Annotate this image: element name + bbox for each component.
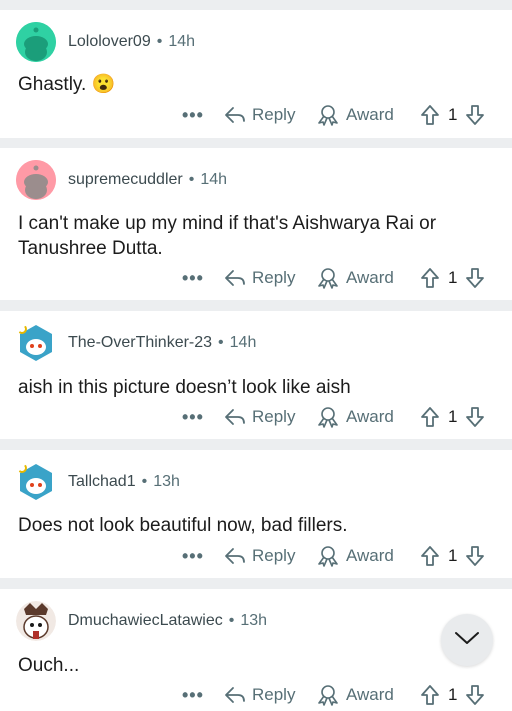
more-options-button[interactable]: ••• bbox=[182, 263, 204, 293]
award-label: Award bbox=[346, 685, 394, 704]
comment-actions: ••• Reply Award 1 bbox=[0, 100, 512, 130]
award-button[interactable]: Award bbox=[316, 100, 394, 130]
vote-count: 1 bbox=[448, 407, 458, 426]
vote-control: 1 bbox=[420, 541, 485, 571]
timestamp: 14h bbox=[168, 33, 196, 50]
comment-card: DmuchawiecLatawiec • 13h Ouch... ••• Reply… bbox=[0, 589, 512, 711]
upvote-icon[interactable] bbox=[420, 406, 440, 428]
reply-icon bbox=[224, 407, 246, 427]
reply-label: Reply bbox=[252, 407, 296, 426]
avatar[interactable] bbox=[16, 323, 56, 363]
reply-label: Reply bbox=[252, 268, 296, 287]
comment-actions: ••• Reply Award 1 bbox=[0, 680, 512, 710]
reply-label: Reply bbox=[252, 105, 296, 124]
comment-text: I can't make up my mind if that's Aishwa… bbox=[18, 213, 437, 259]
upvote-icon[interactable] bbox=[420, 104, 440, 126]
reply-label: Reply bbox=[252, 685, 296, 704]
comment-actions: ••• Reply Award 1 bbox=[0, 402, 512, 432]
downvote-icon[interactable] bbox=[465, 684, 485, 706]
username[interactable]: supremecuddler bbox=[68, 171, 183, 188]
upvote-icon[interactable] bbox=[420, 684, 440, 706]
reply-icon bbox=[224, 268, 246, 288]
comment-meta: supremecuddler • 14h bbox=[68, 171, 228, 188]
comment-actions: ••• Reply Award 1 bbox=[0, 263, 512, 293]
award-button[interactable]: Award bbox=[316, 263, 394, 293]
reply-icon bbox=[224, 685, 246, 705]
avatar[interactable] bbox=[16, 601, 56, 641]
award-button[interactable]: Award bbox=[316, 680, 394, 710]
reply-label: Reply bbox=[252, 546, 296, 565]
reply-button[interactable]: Reply bbox=[224, 263, 295, 293]
award-label: Award bbox=[346, 105, 394, 124]
vote-count: 1 bbox=[448, 105, 458, 124]
reply-button[interactable]: Reply bbox=[224, 680, 295, 710]
more-options-button[interactable]: ••• bbox=[182, 541, 204, 571]
scroll-down-button[interactable] bbox=[441, 614, 493, 666]
vote-control: 1 bbox=[420, 100, 485, 130]
comment-text: Ouch... bbox=[18, 655, 80, 676]
downvote-icon[interactable] bbox=[465, 406, 485, 428]
comment-text: Ghastly. 😮 bbox=[18, 74, 116, 95]
reply-button[interactable]: Reply bbox=[224, 541, 295, 571]
upvote-icon[interactable] bbox=[420, 267, 440, 289]
comment-meta: Tallchad1 • 13h bbox=[68, 473, 180, 490]
username[interactable]: DmuchawiecLatawiec bbox=[68, 612, 223, 629]
vote-count: 1 bbox=[448, 268, 458, 287]
more-options-button[interactable]: ••• bbox=[182, 100, 204, 130]
comment-card: The-OverThinker-23 • 14h aish in this pict… bbox=[0, 311, 512, 439]
comment-text: Does not look beautiful now, bad fillers… bbox=[18, 515, 348, 536]
downvote-icon[interactable] bbox=[465, 267, 485, 289]
username[interactable]: The-OverThinker-23 bbox=[68, 334, 212, 351]
award-icon bbox=[316, 406, 340, 428]
award-icon bbox=[316, 267, 340, 289]
award-button[interactable]: Award bbox=[316, 541, 394, 571]
more-options-button[interactable]: ••• bbox=[182, 402, 204, 432]
award-icon bbox=[316, 684, 340, 706]
reply-button[interactable]: Reply bbox=[224, 402, 295, 432]
comment-meta: DmuchawiecLatawiec • 13h bbox=[68, 612, 268, 629]
comment-card: Lololover09 • 14h Ghastly. 😮 ••• Reply Awa… bbox=[0, 10, 512, 138]
award-label: Award bbox=[346, 407, 394, 426]
timestamp: 13h bbox=[153, 473, 180, 490]
comment-actions: ••• Reply Award 1 bbox=[0, 541, 512, 571]
vote-control: 1 bbox=[420, 263, 485, 293]
timestamp: 14h bbox=[229, 334, 257, 351]
vote-count: 1 bbox=[448, 685, 458, 704]
comment-card: supremecuddler • 14h I can't make up my mi… bbox=[0, 148, 512, 300]
award-button[interactable]: Award bbox=[316, 402, 394, 432]
comment-meta: The-OverThinker-23 • 14h bbox=[68, 334, 257, 351]
timestamp: 13h bbox=[240, 612, 268, 629]
comment-card: Tallchad1 • 13h Does not look beautiful no… bbox=[0, 450, 512, 578]
award-label: Award bbox=[346, 268, 394, 287]
downvote-icon[interactable] bbox=[465, 545, 485, 567]
reply-button[interactable]: Reply bbox=[224, 100, 295, 130]
username[interactable]: Lololover09 bbox=[68, 33, 151, 50]
reply-icon bbox=[224, 546, 246, 566]
award-icon bbox=[316, 545, 340, 567]
avatar[interactable] bbox=[16, 22, 56, 62]
timestamp: 14h bbox=[200, 171, 228, 188]
vote-control: 1 bbox=[420, 402, 485, 432]
comment-text: aish in this picture doesn’t look like a… bbox=[18, 377, 351, 398]
reply-icon bbox=[224, 105, 246, 125]
downvote-icon[interactable] bbox=[465, 104, 485, 126]
award-icon bbox=[316, 104, 340, 126]
vote-count: 1 bbox=[448, 546, 458, 565]
chevron-down-icon bbox=[454, 630, 480, 651]
award-label: Award bbox=[346, 546, 394, 565]
upvote-icon[interactable] bbox=[420, 545, 440, 567]
vote-control: 1 bbox=[420, 680, 485, 710]
comment-meta: Lololover09 • 14h bbox=[68, 33, 196, 50]
more-options-button[interactable]: ••• bbox=[182, 680, 204, 710]
avatar[interactable] bbox=[16, 160, 56, 200]
username[interactable]: Tallchad1 bbox=[68, 473, 136, 490]
avatar[interactable] bbox=[16, 462, 56, 502]
